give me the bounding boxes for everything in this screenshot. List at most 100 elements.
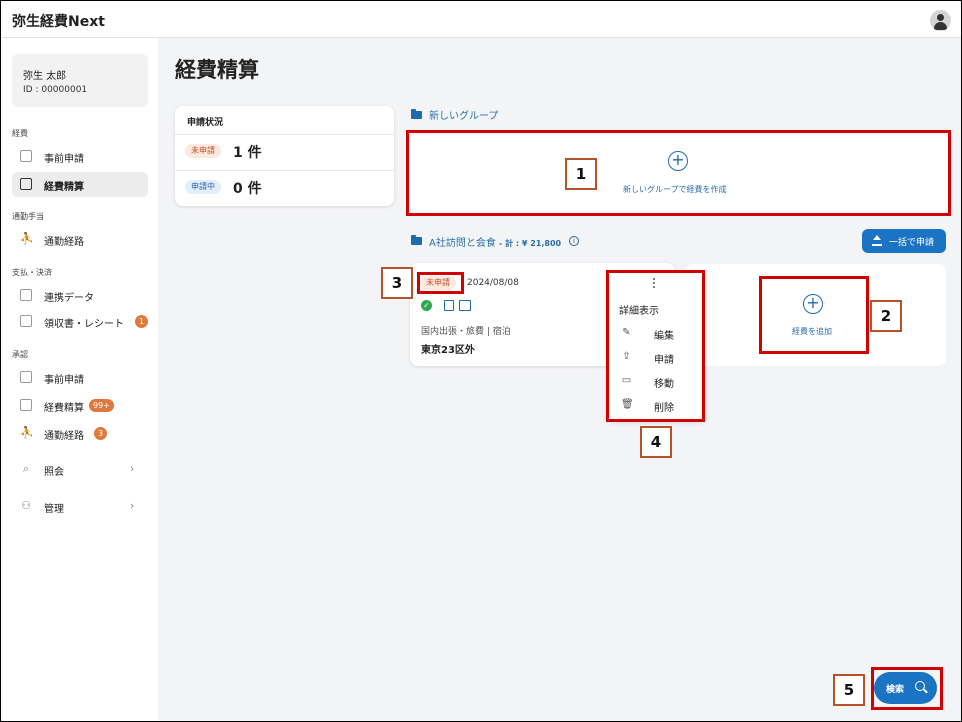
sidebar-item-label: 経費精算	[44, 403, 84, 414]
plus-circle-icon: +	[668, 151, 688, 171]
sidebar-item-label: 連携データ	[44, 293, 94, 304]
document-icon	[459, 300, 471, 311]
callout-number-3: 3	[381, 267, 413, 299]
folder-icon	[411, 235, 422, 245]
sidebar-item-receipts[interactable]: 領収書・レシート 1	[12, 309, 149, 334]
menu-item-edit[interactable]: ✎ 編集	[608, 322, 704, 344]
expense-category: 国内出張・旅費 | 宿泊	[421, 327, 511, 337]
menu-item-label: 申請	[654, 355, 674, 366]
sidebar-item-label: 通勤経路	[44, 431, 84, 442]
status-count-draft: 1 件	[233, 145, 262, 161]
bulk-apply-label: 一括で申請	[889, 238, 935, 248]
app-title: 弥生経費Next	[12, 14, 105, 30]
status-title: 申請状況	[187, 118, 224, 128]
count-badge: 1	[135, 315, 149, 328]
divider	[175, 170, 394, 171]
search-button[interactable]: 検索	[874, 672, 937, 704]
info-icon[interactable]: i	[569, 236, 579, 246]
expense-destination: 東京23区外	[421, 345, 475, 356]
menu-item-label: 削除	[654, 403, 674, 414]
main-content: 経費精算 申請状況 未申請 1 件 申請中 0 件 新しいグループ + 新しいグ…	[158, 38, 961, 721]
search-icon	[915, 681, 925, 691]
callout-number-5: 5	[833, 674, 865, 706]
sidebar-item-pre-application[interactable]: 事前申請	[12, 144, 148, 169]
section-label-payment: 支払・決済	[12, 268, 52, 277]
more-vert-icon[interactable]	[652, 278, 656, 290]
create-group-label: 新しいグループで経費を作成	[623, 185, 727, 194]
section-label-approval: 承認	[12, 350, 28, 359]
group-name: A社訪問と会食	[429, 238, 496, 249]
receipt-icon	[20, 178, 32, 190]
sidebar-item-label: 事前申請	[44, 154, 84, 165]
sidebar-item-label: 照会	[44, 467, 64, 478]
menu-item-delete[interactable]: 🗑 削除	[608, 394, 704, 416]
callout-number-1: 1	[565, 158, 597, 190]
approve-expense-icon	[20, 399, 32, 411]
status-card: 申請状況 未申請 1 件 申請中 0 件	[175, 106, 394, 206]
group-header[interactable]: A社訪問と会食 - 計 : ¥ 21,800	[429, 234, 561, 249]
add-expense-card[interactable]: + 経費を追加	[686, 264, 946, 366]
context-menu: 詳細表示 ✎ 編集 ⇪ 申請 ▭ 移動 🗑 削除	[608, 272, 704, 420]
section-label-commute: 通勤手当	[12, 212, 44, 221]
callout-number-4: 4	[640, 426, 672, 458]
receipt-icon	[20, 315, 32, 327]
sidebar-item-linked-data[interactable]: 連携データ	[12, 283, 148, 308]
new-group-header[interactable]: 新しいグループ	[429, 107, 498, 122]
upload-icon	[872, 235, 882, 247]
approve-route-icon: ⛹	[20, 426, 34, 439]
chevron-right-icon: ›	[130, 499, 135, 512]
expense-status-pill: 未申請	[420, 276, 456, 290]
sidebar-item-label: 通勤経路	[44, 237, 84, 248]
user-id: ID : 00000001	[23, 85, 88, 95]
status-count-pending: 0 件	[233, 181, 262, 197]
count-badge: 99+	[89, 399, 114, 412]
menu-item-move[interactable]: ▭ 移動	[608, 370, 704, 392]
status-pill-pending: 申請中	[185, 180, 221, 194]
sidebar-item-expense-settlement[interactable]: 経費精算	[12, 172, 148, 197]
sidebar-item-label: 事前申請	[44, 375, 84, 386]
form-icon	[20, 150, 32, 162]
folder-move-icon: ▭	[621, 375, 632, 386]
search-button-label: 検索	[886, 685, 905, 695]
sidebar-item-management[interactable]: ⚇ 管理 ›	[12, 494, 148, 519]
add-expense-label: 経費を追加	[792, 327, 832, 336]
trash-icon: 🗑	[621, 399, 634, 410]
folder-icon	[411, 109, 422, 119]
sidebar: 弥生 太郎 ID : 00000001 経費 事前申請 経費精算 通勤手当 ⛹ …	[1, 38, 158, 721]
sidebar-item-label: 管理	[44, 504, 64, 515]
section-label-expense: 経費	[12, 129, 28, 138]
user-card: 弥生 太郎 ID : 00000001	[12, 54, 148, 107]
upload-icon: ⇪	[622, 351, 631, 362]
menu-item-details[interactable]: 詳細表示	[619, 302, 659, 317]
menu-item-label: 編集	[654, 331, 674, 342]
sidebar-item-inquiry[interactable]: ⌕ 照会 ›	[12, 457, 148, 482]
receipt-icon	[444, 300, 454, 311]
count-badge: 3	[94, 427, 108, 440]
user-name: 弥生 太郎	[23, 71, 67, 82]
group-total: - 計 : ¥ 21,800	[499, 239, 562, 248]
top-bar: 弥生経費Next	[1, 1, 961, 38]
sidebar-item-approve-expense[interactable]: 経費精算 99+	[12, 393, 148, 418]
linked-data-icon	[20, 289, 32, 301]
search-icon: ⌕	[22, 462, 30, 475]
approve-form-icon	[20, 371, 32, 383]
page-title: 経費精算	[175, 58, 259, 82]
check-circle-icon: ✓	[421, 300, 432, 311]
user-avatar-icon[interactable]	[930, 10, 951, 31]
users-icon: ⚇	[21, 499, 31, 512]
sidebar-item-commute-route[interactable]: ⛹ 通勤経路	[12, 227, 148, 252]
pencil-icon: ✎	[622, 327, 631, 338]
walk-icon: ⛹	[20, 232, 34, 245]
chevron-right-icon: ›	[130, 462, 135, 475]
expense-date: 2024/08/08	[467, 278, 519, 288]
plus-circle-icon: +	[803, 294, 823, 314]
sidebar-item-approve-commute[interactable]: ⛹ 通勤経路 3	[12, 421, 148, 446]
sidebar-item-approve-pre-application[interactable]: 事前申請	[12, 365, 148, 390]
bulk-apply-button[interactable]: 一括で申請	[862, 229, 946, 253]
sidebar-item-label: 経費精算	[44, 182, 84, 193]
menu-item-apply[interactable]: ⇪ 申請	[608, 346, 704, 368]
status-pill-draft: 未申請	[185, 144, 221, 158]
create-group-card[interactable]: + 新しいグループで経費を作成	[409, 135, 949, 215]
divider	[175, 134, 394, 135]
menu-item-label: 移動	[654, 379, 674, 390]
